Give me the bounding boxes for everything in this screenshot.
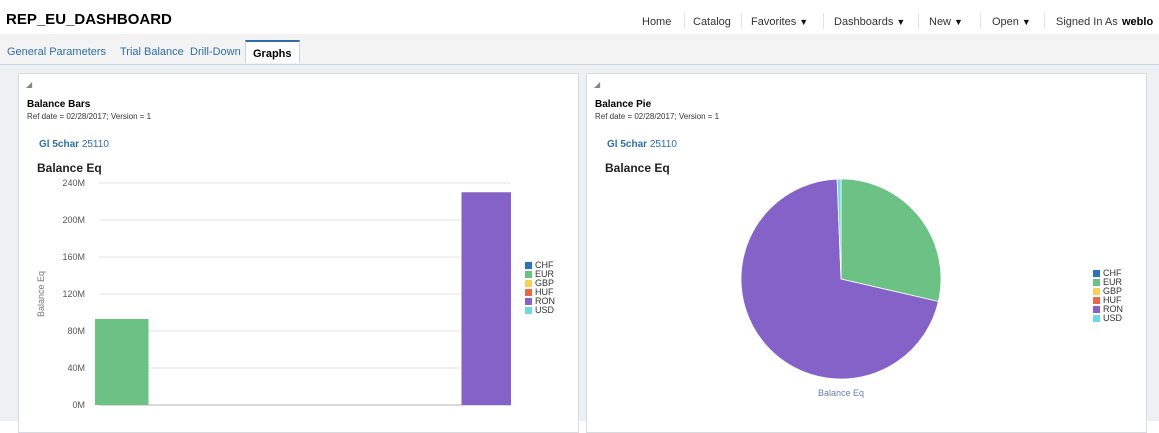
header-bar: REP_EU_DASHBOARD Home Catalog Favorites ▼… — [0, 0, 1159, 34]
y-tick-label: 80M — [67, 326, 85, 336]
chart-title: Balance Eq — [37, 161, 102, 175]
caret-down-icon: ▼ — [954, 17, 963, 27]
bar-ron[interactable] — [461, 192, 512, 405]
y-tick-label: 200M — [62, 215, 85, 225]
y-axis-label: Balance Eq — [36, 271, 46, 317]
legend-swatch — [525, 307, 532, 314]
balance-pie-panel: ◢ Balance Pie Ref date = 02/28/2017; Ver… — [586, 73, 1147, 433]
legend-swatch — [525, 271, 532, 278]
pie-caption: Balance Eq — [818, 388, 864, 398]
nav-new-menu[interactable]: New ▼ — [929, 16, 963, 28]
bar-legend: CHF EUR GBP HUF RON USD — [525, 261, 555, 315]
collapse-triangle-icon[interactable]: ◢ — [26, 80, 32, 89]
gl-prompt-value: 25110 — [81, 139, 109, 150]
nav-catalog-link[interactable]: Catalog — [693, 16, 731, 28]
y-tick-label: 40M — [67, 363, 85, 373]
tab-drill-down[interactable]: Drill-Down — [190, 46, 241, 58]
nav-open-menu[interactable]: Open ▼ — [992, 16, 1031, 28]
nav-dashboards-label: Dashboards — [834, 16, 894, 28]
legend-swatch — [525, 289, 532, 296]
legend-item-usd: USD — [1093, 314, 1123, 323]
caret-down-icon: ▼ — [1021, 17, 1031, 27]
legend-label: USD — [1103, 313, 1123, 323]
nav-new-label: New — [929, 16, 952, 28]
dashboard-title: REP_EU_DASHBOARD — [6, 11, 172, 28]
bar-eur[interactable] — [95, 318, 149, 405]
legend-swatch — [525, 280, 532, 287]
chart-title: Balance Eq — [605, 161, 670, 175]
legend-swatch — [1093, 270, 1100, 277]
legend-swatch — [525, 262, 532, 269]
tab-general-parameters[interactable]: General Parameters — [7, 46, 106, 58]
caret-down-icon: ▼ — [799, 17, 809, 27]
y-tick-label: 0M — [72, 400, 85, 410]
y-tick-label: 120M — [62, 289, 85, 299]
legend-swatch — [1093, 297, 1100, 304]
tab-trial-balance[interactable]: Trial Balance — [120, 46, 184, 58]
signed-in-user-menu[interactable]: weblo — [1122, 16, 1153, 28]
gl-prompt-label: Gl 5char — [607, 139, 648, 150]
nav-favorites-menu[interactable]: Favorites ▼ — [751, 16, 808, 28]
pie-legend: CHF EUR GBP HUF RON USD — [1093, 269, 1123, 323]
legend-item-usd: USD — [525, 306, 555, 315]
legend-label: USD — [535, 305, 555, 315]
caret-down-icon: ▼ — [896, 17, 906, 27]
nav-open-label: Open — [992, 16, 1019, 28]
y-tick-label: 160M — [62, 252, 85, 262]
pie-chart: Balance Eq — [740, 179, 942, 398]
panel-title: Balance Pie — [595, 99, 652, 110]
collapse-triangle-icon[interactable]: ◢ — [594, 80, 600, 89]
legend-swatch — [525, 298, 532, 305]
panel-subtitle: Ref date = 02/28/2017; Version = 1 — [595, 112, 720, 121]
nav-home-link[interactable]: Home — [642, 16, 671, 28]
gl-prompt-value: 25110 — [649, 139, 677, 150]
bar-chart: 0M 40M 80M 120M 160M 200M 240M Balance Eq — [36, 178, 512, 410]
signed-in-label: Signed In As — [1056, 16, 1118, 28]
dashboard-tabs: General Parameters Trial Balance Drill-D… — [0, 34, 1159, 65]
legend-swatch — [1093, 306, 1100, 313]
nav-favorites-label: Favorites — [751, 16, 797, 28]
tab-graphs[interactable]: Graphs — [245, 40, 300, 63]
panel-title: Balance Bars — [27, 99, 91, 110]
nav-dashboards-menu[interactable]: Dashboards ▼ — [834, 16, 905, 28]
legend-swatch — [1093, 288, 1100, 295]
gl-prompt: Gl 5char 25110 — [607, 139, 677, 150]
legend-swatch — [1093, 279, 1100, 286]
balance-bars-panel: ◢ Balance Bars Ref date = 02/28/2017; Ve… — [18, 73, 579, 433]
y-tick-label: 240M — [62, 178, 85, 188]
legend-swatch — [1093, 315, 1100, 322]
panel-subtitle: Ref date = 02/28/2017; Version = 1 — [27, 112, 152, 121]
gl-prompt-label: Gl 5char — [39, 139, 80, 150]
gl-prompt: Gl 5char 25110 — [39, 139, 109, 150]
